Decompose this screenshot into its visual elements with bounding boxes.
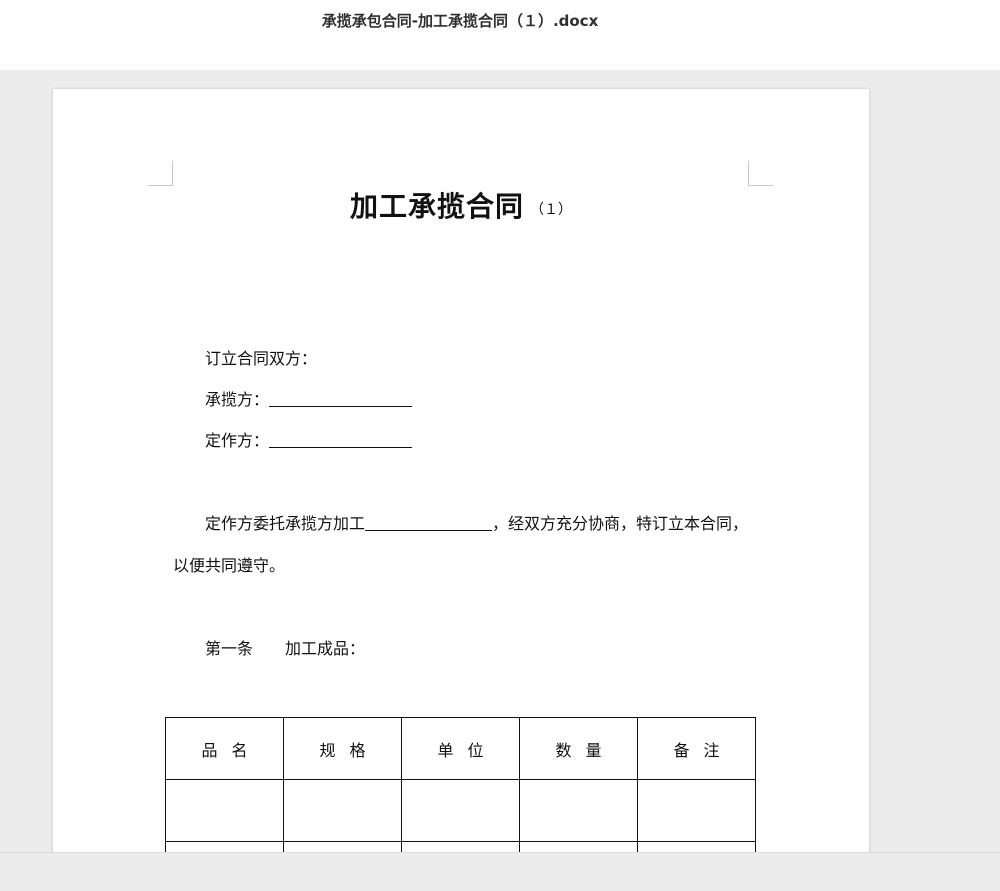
- intro-paragraph-line1: 定作方委托承揽方加工 ，经双方充分协商，特订立本合同，: [205, 510, 748, 534]
- document-title-suffix: （１）: [530, 202, 572, 218]
- intro-paragraph-line2: 以便共同遵守。: [173, 556, 286, 575]
- table-cell: [283, 841, 402, 852]
- header-specification: 规格: [283, 717, 402, 780]
- client-blank: [269, 431, 413, 448]
- products-table: 品名 规格 单位 数量 备注: [165, 717, 756, 852]
- margin-corner-top-left: [148, 161, 173, 186]
- contractor-line: 承揽方：: [205, 386, 413, 410]
- bottom-status-bar: [0, 852, 1000, 891]
- article-1-number: 第一条: [205, 639, 254, 658]
- table-cell: [401, 779, 520, 842]
- table-row: [165, 841, 756, 852]
- intro-text-part1: 定作方委托承揽方加工: [205, 514, 366, 533]
- table-cell: [401, 841, 520, 852]
- table-header-row: 品名 规格 单位 数量 备注: [165, 717, 756, 780]
- client-line: 定作方：: [205, 427, 413, 451]
- article-1-title: 加工成品：: [285, 639, 366, 658]
- parties-heading: 订立合同双方：: [205, 349, 318, 368]
- document-title-text: 加工承揽合同: [349, 190, 524, 223]
- document-viewport[interactable]: 加工承揽合同 （１） 订立合同双方： 承揽方： 定作方： 定作方委托承揽方加工 ，经…: [0, 70, 1000, 852]
- table-row: [165, 779, 756, 842]
- header-unit: 单位: [401, 717, 520, 780]
- file-title: 承揽承包合同-加工承揽合同（１）.docx: [321, 12, 599, 30]
- table-cell: [637, 779, 756, 842]
- product-blank: [365, 514, 493, 531]
- table-cell: [283, 779, 402, 842]
- margin-corner-top-right: [748, 161, 773, 186]
- header-remarks: 备注: [637, 717, 756, 780]
- table-cell: [519, 779, 638, 842]
- title-bar: 承揽承包合同-加工承揽合同（１）.docx: [0, 0, 1000, 70]
- table-cell: [165, 841, 284, 852]
- contractor-label: 承揽方：: [205, 390, 270, 409]
- table-cell: [519, 841, 638, 852]
- contractor-blank: [269, 390, 413, 407]
- document-page: 加工承揽合同 （１） 订立合同双方： 承揽方： 定作方： 定作方委托承揽方加工 ，经…: [53, 89, 869, 852]
- table-cell: [637, 841, 756, 852]
- header-product-name: 品名: [165, 717, 284, 780]
- table-cell: [165, 779, 284, 842]
- client-label: 定作方：: [205, 431, 270, 450]
- header-quantity: 数量: [519, 717, 638, 780]
- article-1-heading: 第一条 加工成品：: [205, 635, 365, 659]
- intro-text-part2: ，经双方充分协商，特订立本合同，: [492, 514, 749, 533]
- document-title: 加工承揽合同 （１）: [53, 185, 869, 225]
